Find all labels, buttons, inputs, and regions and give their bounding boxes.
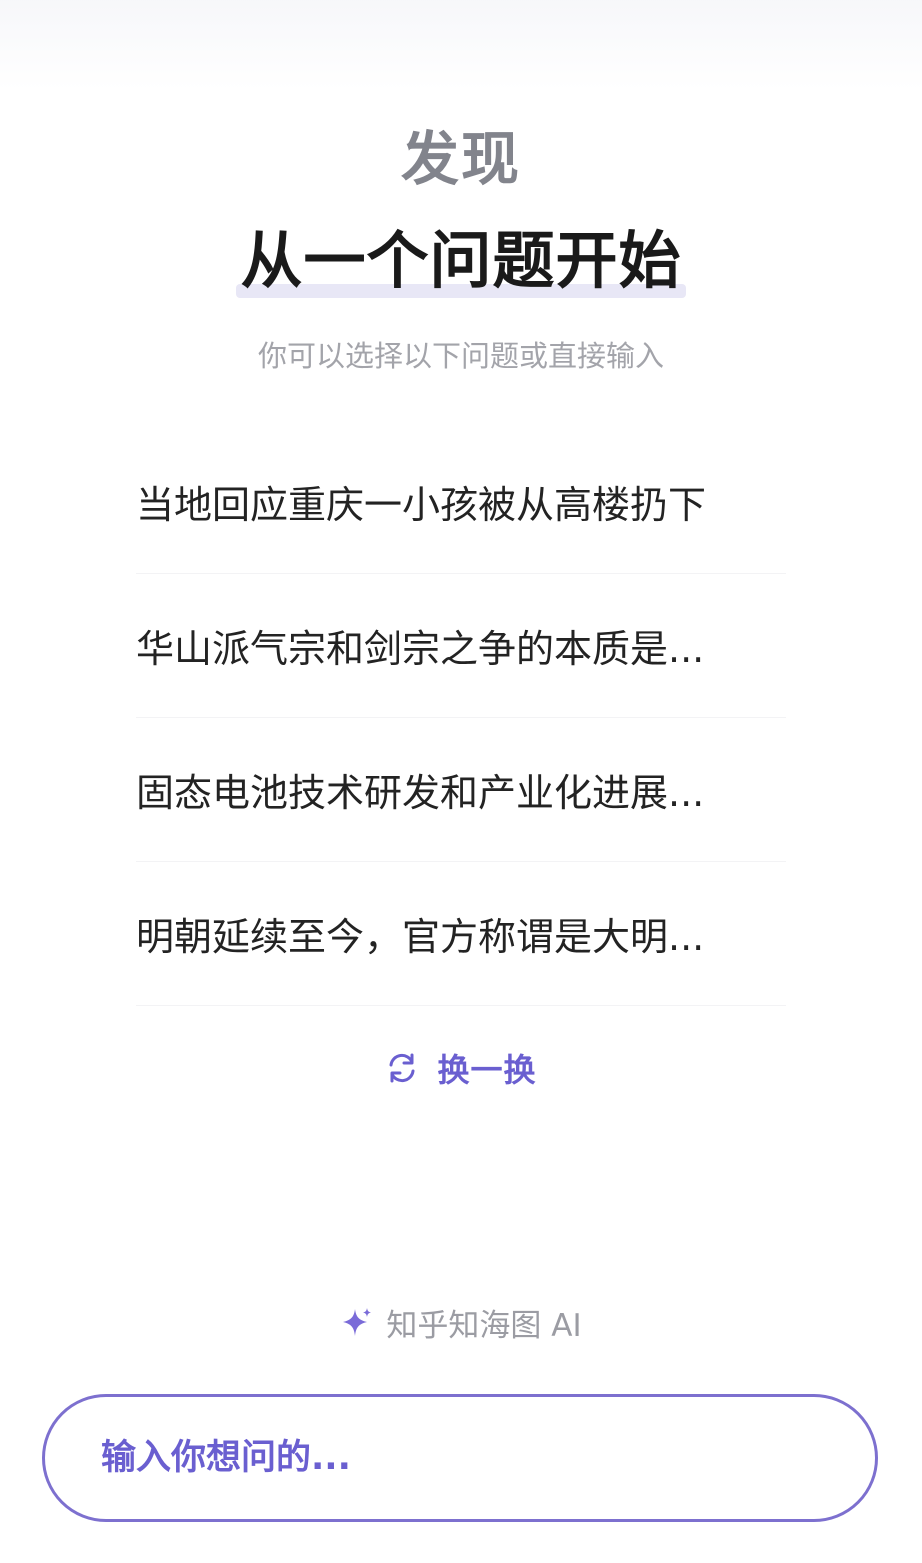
page-subtitle: 你可以选择以下问题或直接输入	[257, 339, 664, 373]
suggested-question-item[interactable]: 华山派气宗和剑宗之争的本质是...	[136, 574, 786, 718]
suggested-question-text: 当地回应重庆一小孩被从高楼扔下	[136, 483, 707, 527]
suggested-questions-list: 当地回应重庆一小孩被从高楼扔下 华山派气宗和剑宗之争的本质是... 固态电池技术…	[136, 430, 786, 1006]
headline-container: 从一个问题开始	[0, 210, 922, 300]
question-input-box[interactable]	[42, 1394, 878, 1522]
question-input[interactable]	[99, 1437, 823, 1479]
suggested-question-item[interactable]: 固态电池技术研发和产业化进展...	[136, 718, 786, 862]
suggested-question-text: 明朝延续至今，官方称谓是大明...	[136, 915, 705, 959]
refresh-icon	[385, 1051, 419, 1085]
suggested-question-text: 固态电池技术研发和产业化进展...	[136, 771, 705, 815]
brand-label: 知乎知海图 AI	[386, 1308, 582, 1344]
suggested-question-item[interactable]: 明朝延续至今，官方称谓是大明...	[136, 862, 786, 1006]
sparkle-icon	[340, 1306, 374, 1340]
suggested-question-text: 华山派气宗和剑宗之争的本质是...	[136, 627, 705, 671]
page-kicker: 发现	[400, 125, 521, 193]
page-title: 从一个问题开始	[236, 210, 686, 300]
refresh-questions-button[interactable]: 换一换	[0, 1045, 922, 1091]
refresh-label: 换一换	[437, 1051, 537, 1089]
suggested-question-item[interactable]: 当地回应重庆一小孩被从高楼扔下	[136, 430, 786, 574]
top-gradient	[0, 0, 922, 90]
brand-footer: 知乎知海图 AI	[0, 1300, 922, 1345]
